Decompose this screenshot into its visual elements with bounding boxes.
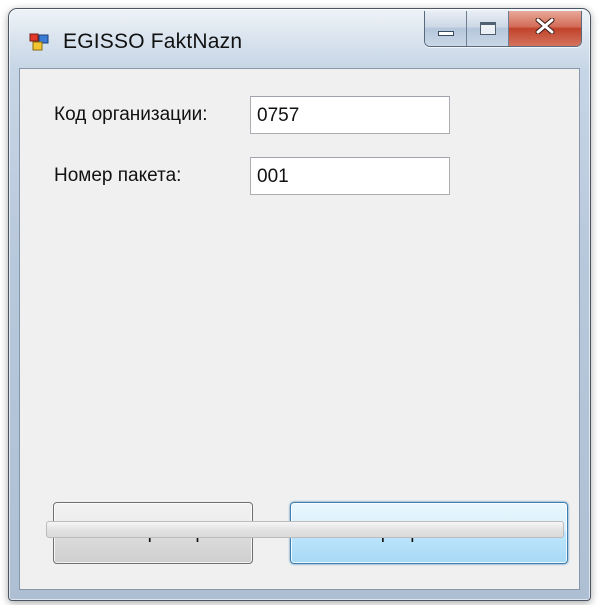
maximize-icon [479,22,496,35]
minimize-icon [437,31,454,36]
packet-number-input[interactable] [250,157,450,195]
org-code-label: Код организации: [54,104,208,125]
packet-number-label: Номер пакета: [54,165,182,186]
progress-bar [46,521,564,538]
window-title: EGISSO FaktNazn [63,30,243,53]
minimize-button[interactable] [425,11,467,46]
caption-buttons [424,11,582,47]
app-window: EGISSO FaktNazn Код организации: Номер п… [8,8,591,601]
close-button[interactable] [509,11,581,46]
org-code-input[interactable] [250,96,450,134]
app-window-icon[interactable] [29,33,49,51]
title-bar[interactable]: EGISSO FaktNazn [9,9,590,67]
form-client-area: Код организации: Номер пакета: Импорт ме… [19,68,580,590]
maximize-button[interactable] [467,11,509,46]
close-icon [535,17,555,39]
